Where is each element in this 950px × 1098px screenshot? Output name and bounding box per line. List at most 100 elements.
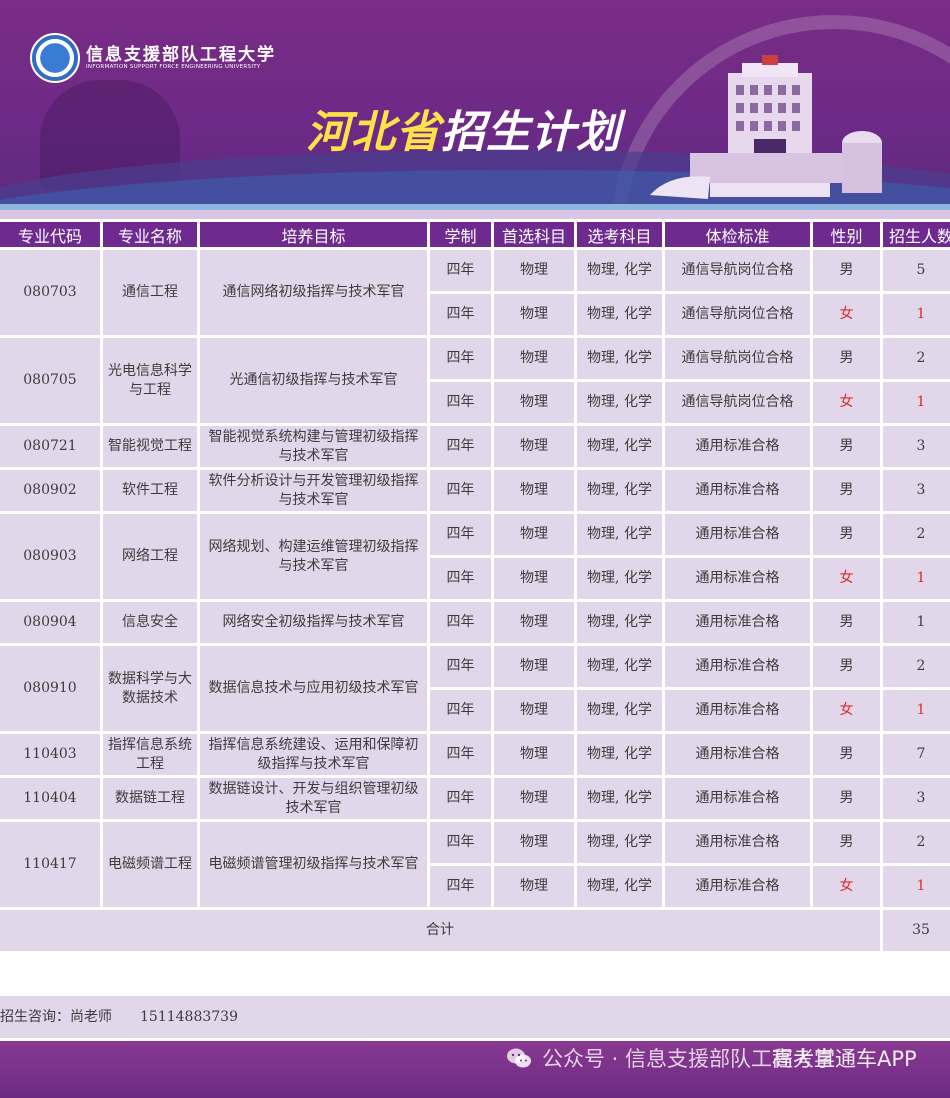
first-subject: 物理: [494, 426, 574, 467]
elective-subjects: 物理, 化学: [577, 382, 662, 423]
elective-subjects: 物理, 化学: [577, 514, 662, 555]
elective-subjects: 物理, 化学: [577, 426, 662, 467]
major-name: 数据链工程: [103, 778, 197, 819]
elective-subjects: 物理, 化学: [577, 602, 662, 643]
physical-standard: 通用标准合格: [665, 734, 810, 775]
enroll-count: 1: [883, 382, 950, 423]
enrollment-plan-table: 专业代码 专业名称 培养目标 学制 首选科目 选考科目 体检标准 性别 招生人数…: [0, 219, 950, 954]
enroll-count: 3: [883, 426, 950, 467]
physical-standard: 通用标准合格: [665, 558, 810, 599]
enroll-count: 5: [883, 250, 950, 291]
contact-label: 招生咨询：尚老师: [0, 1009, 112, 1025]
physical-standard: 通用标准合格: [665, 514, 810, 555]
enroll-count: 1: [883, 602, 950, 643]
duration: 四年: [430, 778, 491, 819]
elective-subjects: 物理, 化学: [577, 558, 662, 599]
gender: 女: [813, 382, 880, 423]
duration: 四年: [430, 558, 491, 599]
col-header-elective-subjects: 选考科目: [577, 222, 662, 247]
total-row: 合计 35: [0, 910, 950, 951]
col-header-code: 专业代码: [0, 222, 100, 247]
col-header-duration: 学制: [430, 222, 491, 247]
col-header-gender: 性别: [813, 222, 880, 247]
page-title: 河北省招生计划: [306, 96, 621, 160]
elective-subjects: 物理, 化学: [577, 822, 662, 863]
col-header-goal: 培养目标: [200, 222, 427, 247]
major-name: 电磁频谱工程: [103, 822, 197, 907]
training-goal: 网络安全初级指挥与技术军官: [200, 602, 427, 643]
enroll-count: 1: [883, 866, 950, 907]
table-row: 080721 智能视觉工程 智能视觉系统构建与管理初级指挥与技术军官 四年 物理…: [0, 426, 950, 467]
duration: 四年: [430, 734, 491, 775]
major-code: 080703: [0, 250, 100, 335]
major-code: 110417: [0, 822, 100, 907]
table-row: 080902 软件工程 软件分析设计与开发管理初级指挥与技术军官 四年 物理 物…: [0, 470, 950, 511]
major-name: 智能视觉工程: [103, 426, 197, 467]
enroll-count: 1: [883, 558, 950, 599]
enroll-count: 1: [883, 294, 950, 335]
table-row: 080904 信息安全 网络安全初级指挥与技术军官 四年 物理 物理, 化学 通…: [0, 602, 950, 643]
training-goal: 数据链设计、开发与组织管理初级技术军官: [200, 778, 427, 819]
col-header-name: 专业名称: [103, 222, 197, 247]
first-subject: 物理: [494, 514, 574, 555]
col-header-first-subject: 首选科目: [494, 222, 574, 247]
gender: 男: [813, 822, 880, 863]
major-code: 080705: [0, 338, 100, 423]
gender: 男: [813, 250, 880, 291]
training-goal: 智能视觉系统构建与管理初级指挥与技术军官: [200, 426, 427, 467]
title-province: 河北省: [306, 107, 441, 158]
major-code: 080910: [0, 646, 100, 731]
enroll-count: 2: [883, 646, 950, 687]
major-name: 软件工程: [103, 470, 197, 511]
elective-subjects: 物理, 化学: [577, 734, 662, 775]
duration: 四年: [430, 602, 491, 643]
first-subject: 物理: [494, 778, 574, 819]
gender: 男: [813, 514, 880, 555]
physical-standard: 通用标准合格: [665, 822, 810, 863]
university-logo: [30, 33, 80, 83]
enroll-count: 3: [883, 778, 950, 819]
duration: 四年: [430, 646, 491, 687]
first-subject: 物理: [494, 690, 574, 731]
physical-standard: 通信导航岗位合格: [665, 294, 810, 335]
training-goal: 电磁频谱管理初级指挥与技术军官: [200, 822, 427, 907]
major-code: 110403: [0, 734, 100, 775]
campus-building-illustration: [650, 55, 882, 199]
major-code: 080904: [0, 602, 100, 643]
first-subject: 物理: [494, 558, 574, 599]
major-name: 网络工程: [103, 514, 197, 599]
elective-subjects: 物理, 化学: [577, 294, 662, 335]
gender: 女: [813, 690, 880, 731]
major-name: 光电信息科学与工程: [103, 338, 197, 423]
elective-subjects: 物理, 化学: [577, 866, 662, 907]
training-goal: 指挥信息系统建设、运用和保障初级指挥与技术军官: [200, 734, 427, 775]
gender: 女: [813, 558, 880, 599]
major-code: 080721: [0, 426, 100, 467]
elective-subjects: 物理, 化学: [577, 690, 662, 731]
major-name: 信息安全: [103, 602, 197, 643]
physical-standard: 通用标准合格: [665, 470, 810, 511]
physical-standard: 通信导航岗位合格: [665, 250, 810, 291]
table-row: 080903 网络工程 网络规划、构建运维管理初级指挥与技术军官 四年 物理 物…: [0, 514, 950, 599]
major-code: 110404: [0, 778, 100, 819]
gender: 男: [813, 602, 880, 643]
gender: 男: [813, 734, 880, 775]
duration: 四年: [430, 690, 491, 731]
physical-standard: 通用标准合格: [665, 778, 810, 819]
major-code: 080903: [0, 514, 100, 599]
first-subject: 物理: [494, 338, 574, 379]
table-row: 110404 数据链工程 数据链设计、开发与组织管理初级技术军官 四年 物理 物…: [0, 778, 950, 819]
duration: 四年: [430, 426, 491, 467]
training-goal: 软件分析设计与开发管理初级指挥与技术军官: [200, 470, 427, 511]
table-row: 080703 通信工程 通信网络初级指挥与技术军官 四年 物理 物理, 化学 通…: [0, 250, 950, 335]
duration: 四年: [430, 514, 491, 555]
major-name: 数据科学与大数据技术: [103, 646, 197, 731]
wechat-icon: [507, 1048, 531, 1068]
physical-standard: 通用标准合格: [665, 426, 810, 467]
duration: 四年: [430, 470, 491, 511]
total-value: 35: [883, 910, 950, 951]
enroll-count: 1: [883, 690, 950, 731]
physical-standard: 通用标准合格: [665, 866, 810, 907]
elective-subjects: 物理, 化学: [577, 338, 662, 379]
first-subject: 物理: [494, 382, 574, 423]
